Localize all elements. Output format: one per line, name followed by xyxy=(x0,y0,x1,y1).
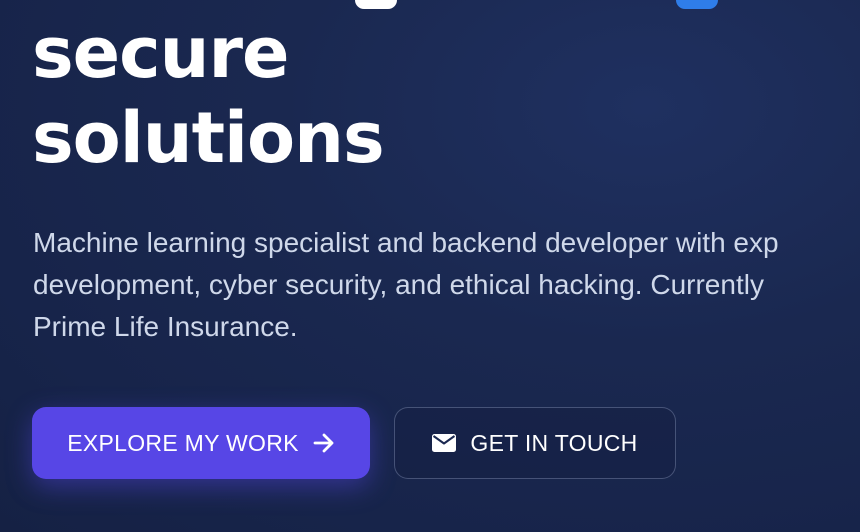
clipped-heading-glyph xyxy=(355,0,397,9)
hero-description-line: Prime Life Insurance. xyxy=(33,311,298,342)
explore-my-work-button[interactable]: EXPLORE MY WORK xyxy=(32,407,370,479)
clipped-heading-accent-glyph xyxy=(676,0,718,9)
get-in-touch-label: GET IN TOUCH xyxy=(470,429,638,456)
hero-description-line: development, cyber security, and ethical… xyxy=(33,269,764,300)
arrow-right-icon xyxy=(313,433,335,453)
hero-title-line-2: solutions xyxy=(32,97,385,179)
hero-description: Machine learning specialist and backend … xyxy=(33,222,860,352)
explore-my-work-label: EXPLORE MY WORK xyxy=(67,429,299,456)
hero-title-line-1: secure xyxy=(32,12,289,94)
envelope-icon xyxy=(432,434,457,452)
get-in-touch-button[interactable]: GET IN TOUCH xyxy=(394,407,676,479)
hero-section: secure solutions Machine learning specia… xyxy=(0,0,860,532)
hero-description-line: Machine learning specialist and backend … xyxy=(33,227,779,258)
